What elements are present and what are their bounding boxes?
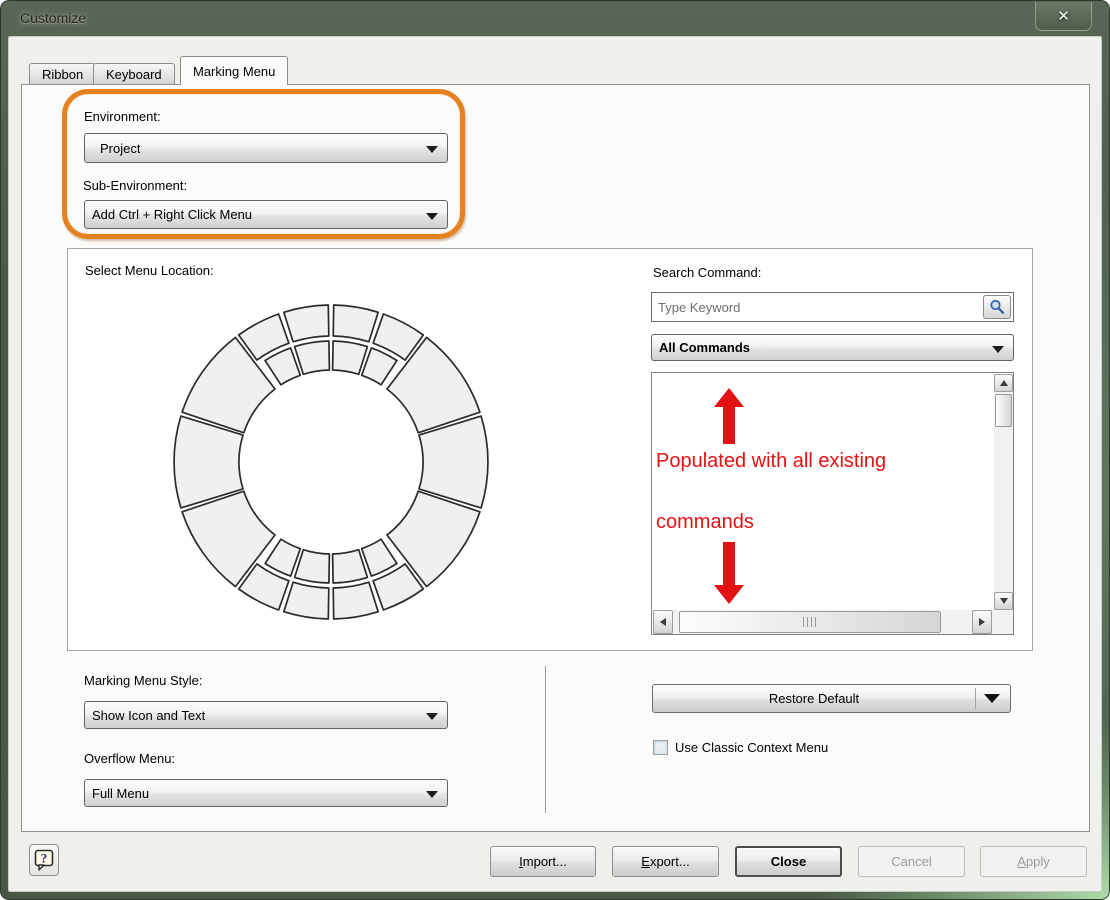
marking-menu-segment[interactable]	[265, 348, 300, 385]
environment-combobox[interactable]: Project	[84, 133, 448, 163]
tab-ribbon-label: Ribbon	[42, 67, 83, 82]
marking-menu-segment[interactable]	[333, 582, 378, 619]
arrow-right-icon	[979, 618, 985, 626]
marking-menu-segment[interactable]	[333, 550, 368, 583]
tab-marking-menu[interactable]: Marking Menu	[180, 56, 288, 85]
tab-keyboard[interactable]: Keyboard	[93, 63, 175, 84]
marking-menu-style-combobox[interactable]: Show Icon and Text	[84, 701, 448, 729]
marking-menu-segment[interactable]	[362, 539, 397, 576]
overflow-menu-combobox[interactable]: Full Menu	[84, 779, 448, 807]
help-icon: ?	[34, 849, 54, 871]
marking-menu-segment[interactable]	[265, 539, 300, 576]
marking-menu-segment[interactable]	[284, 582, 329, 619]
close-button[interactable]: Close	[735, 846, 842, 877]
window-close-button[interactable]: ✕	[1035, 2, 1092, 31]
dialog-client: Ribbon Keyboard Marking Menu Environment…	[8, 36, 1102, 892]
help-button[interactable]: ?	[29, 844, 59, 876]
tab-ribbon[interactable]: Ribbon	[29, 63, 96, 84]
apply-button[interactable]: Apply	[980, 846, 1087, 877]
marking-menu-segment[interactable]	[333, 341, 368, 374]
search-icon	[989, 299, 1005, 315]
restore-default-splitbutton[interactable]: Restore Default	[652, 684, 1011, 713]
marking-menu-segment[interactable]	[333, 305, 378, 342]
annotation-arrow-up-icon	[714, 388, 744, 444]
restore-default-label: Restore Default	[653, 685, 975, 712]
annotation-text-line1: Populated with all existing	[656, 450, 886, 473]
titlebar[interactable]: Customize ✕	[0, 0, 1110, 36]
chevron-down-icon	[426, 146, 438, 153]
chevron-down-icon	[992, 346, 1004, 353]
command-filter-combobox[interactable]: All Commands	[651, 334, 1014, 361]
annotation-arrow-down-icon	[714, 542, 744, 604]
import-button[interactable]: Import...	[490, 846, 596, 877]
chevron-down-icon	[984, 694, 1000, 703]
scroll-right-button[interactable]	[972, 610, 992, 634]
search-button[interactable]	[983, 295, 1011, 319]
section-divider	[545, 666, 546, 813]
scroll-left-button[interactable]	[653, 610, 673, 634]
command-listbox[interactable]: Populated with all existing commands	[651, 372, 1014, 635]
tab-marking-menu-label: Marking Menu	[193, 64, 275, 79]
annotation-text-line2: commands	[656, 511, 754, 534]
arrow-left-icon	[660, 618, 666, 626]
restore-default-dropdown[interactable]	[974, 685, 1010, 712]
environment-label: Environment:	[84, 109, 161, 124]
chevron-down-icon	[426, 213, 438, 220]
arrow-down-icon	[1000, 598, 1008, 604]
menu-location-groupbox: Select Menu Location: Search Command: Al…	[67, 248, 1033, 651]
vertical-scroll-thumb[interactable]	[995, 394, 1012, 427]
horizontal-scrollbar[interactable]	[653, 610, 1013, 634]
marking-menu-segment[interactable]	[284, 305, 329, 342]
chevron-down-icon	[426, 713, 438, 720]
marking-menu-segment[interactable]	[362, 348, 397, 385]
scroll-grip-icon	[803, 617, 817, 627]
tab-keyboard-label: Keyboard	[106, 67, 162, 82]
marking-menu-wheel[interactable]	[161, 292, 501, 632]
cancel-button[interactable]: Cancel	[858, 846, 965, 877]
horizontal-scroll-thumb[interactable]	[679, 611, 941, 633]
scroll-down-button[interactable]	[994, 592, 1013, 610]
close-icon: ✕	[1057, 9, 1070, 24]
marking-menu-segment[interactable]	[295, 341, 330, 374]
window-title: Customize	[20, 10, 86, 26]
sub-environment-value: Add Ctrl + Right Click Menu	[85, 207, 252, 222]
overflow-menu-label: Overflow Menu:	[84, 751, 175, 766]
select-menu-location-label: Select Menu Location:	[85, 263, 214, 278]
search-input[interactable]	[652, 293, 978, 321]
customize-window: Customize ✕ Ribbon Keyboard Marking Menu…	[0, 0, 1110, 900]
marking-menu-style-value: Show Icon and Text	[85, 708, 205, 723]
marking-menu-style-label: Marking Menu Style:	[84, 673, 203, 688]
sub-environment-label: Sub-Environment:	[83, 178, 187, 193]
search-command-label: Search Command:	[653, 265, 761, 280]
tabpage-marking-menu: Environment: Project Sub-Environment: Ad…	[21, 84, 1090, 832]
overflow-menu-value: Full Menu	[85, 786, 149, 801]
use-classic-label: Use Classic Context Menu	[675, 740, 828, 755]
chevron-down-icon	[426, 791, 438, 798]
export-button[interactable]: Export...	[612, 846, 719, 877]
vertical-scrollbar[interactable]	[994, 374, 1013, 610]
use-classic-checkbox[interactable]	[653, 740, 668, 755]
use-classic-context-menu-row: Use Classic Context Menu	[653, 740, 828, 755]
sub-environment-combobox[interactable]: Add Ctrl + Right Click Menu	[84, 200, 448, 229]
svg-text:?: ?	[41, 851, 48, 866]
marking-menu-segment[interactable]	[295, 550, 330, 583]
command-filter-value: All Commands	[652, 340, 750, 355]
search-field-wrap	[651, 292, 1014, 322]
environment-value: Project	[85, 141, 140, 156]
arrow-up-icon	[1000, 380, 1008, 386]
scroll-up-button[interactable]	[994, 374, 1013, 392]
